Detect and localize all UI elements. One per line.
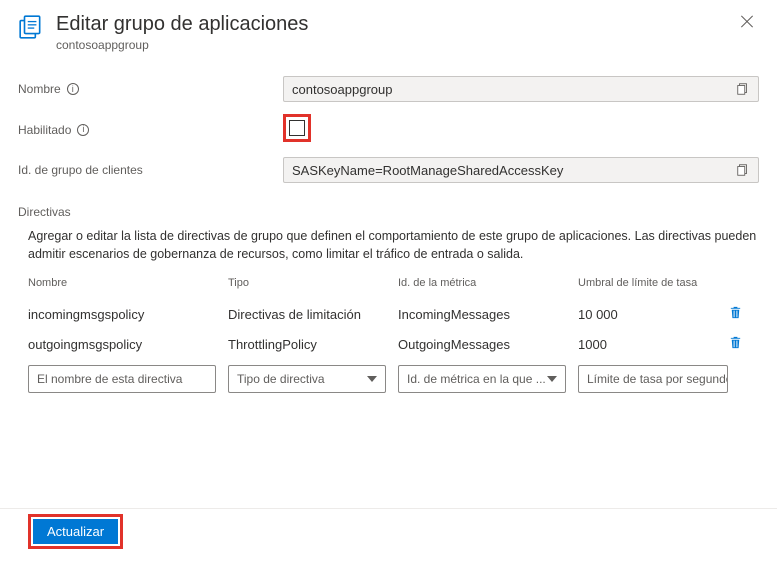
- enabled-checkbox-highlight: [283, 114, 311, 142]
- policy-name: incomingmsgspolicy: [28, 307, 228, 322]
- policy-threshold: 1000: [578, 337, 713, 352]
- new-policy-name-input[interactable]: El nombre de esta directiva: [28, 365, 216, 393]
- col-name: Nombre: [28, 277, 228, 289]
- page-subtitle: contosoappgroup: [56, 38, 308, 52]
- footer-divider: [0, 508, 777, 509]
- name-value: contosoappgroup: [292, 82, 736, 97]
- update-button-highlight: Actualizar: [28, 514, 123, 549]
- new-policy-metric-select[interactable]: Id. de métrica en la que ...: [398, 365, 566, 393]
- new-policy-type-select[interactable]: Tipo de directiva: [228, 365, 386, 393]
- col-metric: Id. de la métrica: [398, 277, 578, 289]
- update-button[interactable]: Actualizar: [33, 519, 118, 544]
- policies-table-header: Nombre Tipo Id. de la métrica Umbral de …: [28, 277, 759, 289]
- policy-row: incomingmsgspolicy Directivas de limitac…: [28, 299, 759, 329]
- app-group-icon: [18, 14, 44, 40]
- copy-icon[interactable]: [736, 82, 750, 96]
- name-label: Nombre i: [18, 82, 283, 96]
- policies-description: Agregar o editar la lista de directivas …: [18, 227, 759, 263]
- policy-type: Directivas de limitación: [228, 307, 398, 322]
- policies-section-title: Directivas: [18, 205, 759, 219]
- info-icon[interactable]: i: [67, 83, 79, 95]
- copy-icon[interactable]: [736, 163, 750, 177]
- policy-metric: OutgoingMessages: [398, 337, 578, 352]
- policy-name: outgoingmsgspolicy: [28, 337, 228, 352]
- policy-metric: IncomingMessages: [398, 307, 578, 322]
- policy-type: ThrottlingPolicy: [228, 337, 398, 352]
- policy-threshold: 10 000: [578, 307, 713, 322]
- panel-header: Editar grupo de aplicaciones contosoappg…: [0, 0, 777, 56]
- info-icon[interactable]: i: [77, 124, 89, 136]
- name-field: contosoappgroup: [283, 76, 759, 102]
- col-threshold: Umbral de límite de tasa: [578, 277, 713, 289]
- delete-policy-button[interactable]: [728, 335, 743, 350]
- close-button[interactable]: [739, 14, 755, 30]
- client-group-id-field: SASKeyName=RootManageSharedAccessKey: [283, 157, 759, 183]
- enabled-checkbox[interactable]: [289, 120, 305, 136]
- delete-policy-button[interactable]: [728, 305, 743, 320]
- col-type: Tipo: [228, 277, 398, 289]
- client-group-id-value: SASKeyName=RootManageSharedAccessKey: [292, 163, 736, 178]
- enabled-label: Habilitado i: [18, 123, 283, 137]
- client-group-id-label: Id. de grupo de clientes: [18, 163, 283, 177]
- page-title: Editar grupo de aplicaciones: [56, 12, 308, 36]
- new-policy-threshold-input[interactable]: Límite de tasa por segundo: [578, 365, 728, 393]
- policy-row: outgoingmsgspolicy ThrottlingPolicy Outg…: [28, 329, 759, 359]
